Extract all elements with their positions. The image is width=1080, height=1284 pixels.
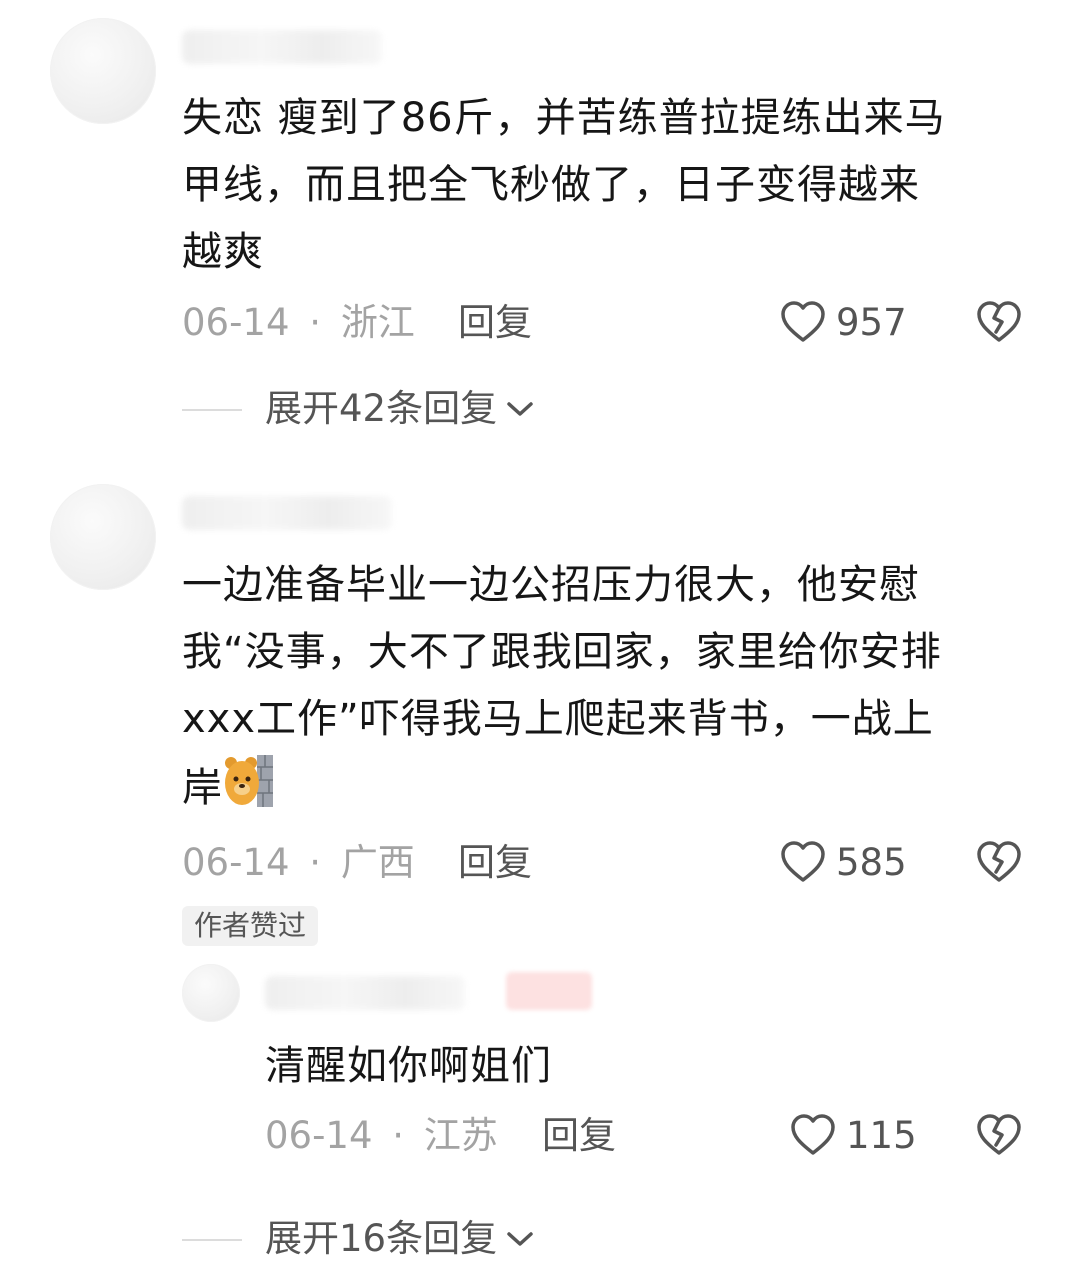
expand-divider bbox=[182, 409, 242, 411]
comment-text: 失恋 瘦到了86斤，并苦练普拉提练出来马 甲线，而且把全飞秒做了，日子变得越来 … bbox=[182, 95, 946, 275]
reply-text: 清醒如你啊姐们 bbox=[265, 1043, 552, 1089]
avatar[interactable] bbox=[182, 964, 240, 1022]
expand-replies-label: 展开16条回复 bbox=[265, 1217, 498, 1260]
broken-heart-icon[interactable] bbox=[976, 300, 1022, 344]
heart-outline-icon[interactable] bbox=[790, 1113, 836, 1157]
reply-region: 江苏 bbox=[423, 1114, 498, 1157]
user-badge bbox=[506, 972, 592, 1010]
reply-button[interactable]: 回复 bbox=[458, 298, 532, 348]
expand-replies-button[interactable]: 展开16条回复 bbox=[265, 1214, 535, 1264]
broken-heart-icon[interactable] bbox=[976, 840, 1022, 884]
chevron-down-icon bbox=[505, 399, 535, 419]
heart-outline-icon[interactable] bbox=[780, 300, 826, 344]
username[interactable] bbox=[182, 30, 382, 64]
reply-button[interactable]: 回复 bbox=[542, 1111, 616, 1161]
chevron-down-icon bbox=[505, 1229, 535, 1249]
avatar[interactable] bbox=[50, 18, 156, 124]
avatar[interactable] bbox=[50, 484, 156, 590]
broken-heart-icon[interactable] bbox=[976, 1113, 1022, 1157]
reply-button[interactable]: 回复 bbox=[458, 838, 532, 888]
reply-meta: 06-14 · 江苏 bbox=[265, 1111, 498, 1161]
comment-meta: 06-14 · 广西 bbox=[182, 838, 415, 888]
comment-region: 浙江 bbox=[340, 301, 415, 344]
expand-divider bbox=[182, 1239, 242, 1241]
reply-date: 06-14 bbox=[265, 1114, 373, 1157]
heart-outline-icon[interactable] bbox=[780, 840, 826, 884]
comment-date: 06-14 bbox=[182, 301, 290, 344]
like-count: 115 bbox=[846, 1114, 917, 1157]
comment-date: 06-14 bbox=[182, 841, 290, 884]
like-count: 957 bbox=[836, 301, 907, 344]
bear-peeking-behind-wall-icon bbox=[223, 753, 275, 809]
comment-region: 广西 bbox=[340, 841, 415, 884]
meta-separator: · bbox=[309, 301, 322, 344]
comment-text: 一边准备毕业一边公招压力很大，他安慰 我“没事，大不了跟我回家，家里给你安排 x… bbox=[182, 562, 942, 811]
like-count: 585 bbox=[836, 841, 907, 884]
expand-replies-button[interactable]: 展开42条回复 bbox=[265, 384, 535, 434]
username[interactable] bbox=[265, 976, 465, 1010]
meta-separator: · bbox=[309, 841, 322, 884]
author-liked-tag: 作者赞过 bbox=[182, 906, 319, 946]
meta-separator: · bbox=[392, 1114, 405, 1157]
username[interactable] bbox=[182, 496, 392, 530]
comment-meta: 06-14 · 浙江 bbox=[182, 298, 415, 348]
expand-replies-label: 展开42条回复 bbox=[265, 387, 498, 430]
